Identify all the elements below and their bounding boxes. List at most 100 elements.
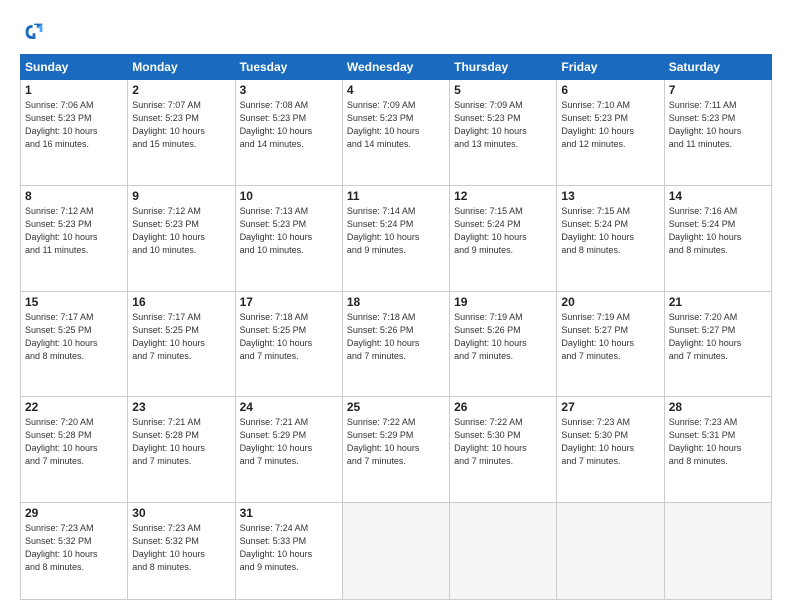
day-info: Sunrise: 7:23 AM Sunset: 5:31 PM Dayligh…: [669, 416, 767, 468]
day-number: 8: [25, 189, 123, 203]
calendar-cell: 5Sunrise: 7:09 AM Sunset: 5:23 PM Daylig…: [450, 80, 557, 186]
calendar-cell: 23Sunrise: 7:21 AM Sunset: 5:28 PM Dayli…: [128, 397, 235, 503]
calendar-cell: 16 Sunrise: 7:17 AM Sunset: 5:25 PM Dayli…: [128, 291, 235, 397]
calendar-cell: 15 Sunrise: 7:17 AM Sunset: 5:25 PM Dayli…: [21, 291, 128, 397]
calendar-cell: 8 Sunrise: 7:12 AM Sunset: 5:23 PM Daylig…: [21, 185, 128, 291]
calendar-cell: 28 Sunrise: 7:23 AM Sunset: 5:31 PM Dayli…: [664, 397, 771, 503]
day-info: Sunrise: 7:10 AM Sunset: 5:23 PM Dayligh…: [561, 99, 659, 151]
day-info: Sunrise: 7:12 AM Sunset: 5:23 PM Dayligh…: [25, 205, 123, 257]
day-info: Sunrise: 7:23 AM Sunset: 5:32 PM Dayligh…: [25, 522, 123, 574]
day-info: Sunrise: 7:23 AM Sunset: 5:32 PM Dayligh…: [132, 522, 230, 574]
calendar-week-5: 29 Sunrise: 7:23 AM Sunset: 5:32 PM Dayli…: [21, 503, 772, 600]
calendar-cell: 4 Sunrise: 7:09 AM Sunset: 5:23 PM Daylig…: [342, 80, 449, 186]
calendar-cell: 6 Sunrise: 7:10 AM Sunset: 5:23 PM Daylig…: [557, 80, 664, 186]
calendar-header-row: SundayMondayTuesdayWednesdayThursdayFrid…: [21, 55, 772, 80]
calendar-header-saturday: Saturday: [664, 55, 771, 80]
calendar-cell: 18Sunrise: 7:18 AM Sunset: 5:26 PM Dayli…: [342, 291, 449, 397]
calendar-cell: 1 Sunrise: 7:06 AM Sunset: 5:23 PM Daylig…: [21, 80, 128, 186]
calendar-cell: 9Sunrise: 7:12 AM Sunset: 5:23 PM Daylig…: [128, 185, 235, 291]
calendar-cell: 7Sunrise: 7:11 AM Sunset: 5:23 PM Daylig…: [664, 80, 771, 186]
day-info: Sunrise: 7:22 AM Sunset: 5:30 PM Dayligh…: [454, 416, 552, 468]
day-number: 27: [561, 400, 659, 414]
calendar-cell: 3 Sunrise: 7:08 AM Sunset: 5:23 PM Daylig…: [235, 80, 342, 186]
calendar-page: SundayMondayTuesdayWednesdayThursdayFrid…: [0, 0, 792, 612]
day-info: Sunrise: 7:19 AM Sunset: 5:26 PM Dayligh…: [454, 311, 552, 363]
day-info: Sunrise: 7:22 AM Sunset: 5:29 PM Dayligh…: [347, 416, 445, 468]
day-number: 19: [454, 295, 552, 309]
day-info: Sunrise: 7:09 AM Sunset: 5:23 PM Dayligh…: [454, 99, 552, 151]
calendar-cell: 20 Sunrise: 7:19 AM Sunset: 5:27 PM Dayli…: [557, 291, 664, 397]
day-number: 4: [347, 83, 445, 97]
day-info: Sunrise: 7:14 AM Sunset: 5:24 PM Dayligh…: [347, 205, 445, 257]
day-info: Sunrise: 7:15 AM Sunset: 5:24 PM Dayligh…: [561, 205, 659, 257]
calendar-cell: [664, 503, 771, 600]
calendar-header-friday: Friday: [557, 55, 664, 80]
day-number: 11: [347, 189, 445, 203]
day-number: 21: [669, 295, 767, 309]
calendar-cell: 30 Sunrise: 7:23 AM Sunset: 5:32 PM Dayli…: [128, 503, 235, 600]
day-info: Sunrise: 7:20 AM Sunset: 5:28 PM Dayligh…: [25, 416, 123, 468]
day-number: 16: [132, 295, 230, 309]
day-number: 29: [25, 506, 123, 520]
day-number: 3: [240, 83, 338, 97]
calendar-cell: 29 Sunrise: 7:23 AM Sunset: 5:32 PM Dayli…: [21, 503, 128, 600]
day-number: 30: [132, 506, 230, 520]
day-info: Sunrise: 7:06 AM Sunset: 5:23 PM Dayligh…: [25, 99, 123, 151]
calendar-header-tuesday: Tuesday: [235, 55, 342, 80]
day-info: Sunrise: 7:23 AM Sunset: 5:30 PM Dayligh…: [561, 416, 659, 468]
day-number: 6: [561, 83, 659, 97]
calendar-cell: 31 Sunrise: 7:24 AM Sunset: 5:33 PM Dayli…: [235, 503, 342, 600]
calendar-header-wednesday: Wednesday: [342, 55, 449, 80]
day-number: 14: [669, 189, 767, 203]
day-number: 12: [454, 189, 552, 203]
calendar-cell: 25 Sunrise: 7:22 AM Sunset: 5:29 PM Dayli…: [342, 397, 449, 503]
day-info: Sunrise: 7:24 AM Sunset: 5:33 PM Dayligh…: [240, 522, 338, 574]
day-number: 28: [669, 400, 767, 414]
day-info: Sunrise: 7:21 AM Sunset: 5:28 PM Dayligh…: [132, 416, 230, 468]
logo-icon: [20, 18, 48, 46]
day-number: 15: [25, 295, 123, 309]
calendar-cell: 13 Sunrise: 7:15 AM Sunset: 5:24 PM Dayli…: [557, 185, 664, 291]
day-info: Sunrise: 7:16 AM Sunset: 5:24 PM Dayligh…: [669, 205, 767, 257]
calendar-cell: 22 Sunrise: 7:20 AM Sunset: 5:28 PM Dayli…: [21, 397, 128, 503]
calendar-cell: 2 Sunrise: 7:07 AM Sunset: 5:23 PM Daylig…: [128, 80, 235, 186]
calendar-cell: 17 Sunrise: 7:18 AM Sunset: 5:25 PM Dayli…: [235, 291, 342, 397]
day-number: 22: [25, 400, 123, 414]
calendar-cell: 10 Sunrise: 7:13 AM Sunset: 5:23 PM Dayli…: [235, 185, 342, 291]
day-info: Sunrise: 7:17 AM Sunset: 5:25 PM Dayligh…: [25, 311, 123, 363]
day-number: 25: [347, 400, 445, 414]
day-number: 24: [240, 400, 338, 414]
day-info: Sunrise: 7:18 AM Sunset: 5:25 PM Dayligh…: [240, 311, 338, 363]
day-number: 2: [132, 83, 230, 97]
day-number: 1: [25, 83, 123, 97]
day-number: 31: [240, 506, 338, 520]
day-number: 17: [240, 295, 338, 309]
calendar-cell: 19 Sunrise: 7:19 AM Sunset: 5:26 PM Dayli…: [450, 291, 557, 397]
calendar-header-sunday: Sunday: [21, 55, 128, 80]
day-info: Sunrise: 7:11 AM Sunset: 5:23 PM Dayligh…: [669, 99, 767, 151]
calendar-cell: 26 Sunrise: 7:22 AM Sunset: 5:30 PM Dayli…: [450, 397, 557, 503]
calendar-cell: 27 Sunrise: 7:23 AM Sunset: 5:30 PM Dayli…: [557, 397, 664, 503]
day-info: Sunrise: 7:12 AM Sunset: 5:23 PM Dayligh…: [132, 205, 230, 257]
day-info: Sunrise: 7:20 AM Sunset: 5:27 PM Dayligh…: [669, 311, 767, 363]
day-info: Sunrise: 7:15 AM Sunset: 5:24 PM Dayligh…: [454, 205, 552, 257]
calendar-cell: [557, 503, 664, 600]
day-number: 10: [240, 189, 338, 203]
day-info: Sunrise: 7:07 AM Sunset: 5:23 PM Dayligh…: [132, 99, 230, 151]
header: [20, 18, 772, 46]
day-number: 20: [561, 295, 659, 309]
day-info: Sunrise: 7:19 AM Sunset: 5:27 PM Dayligh…: [561, 311, 659, 363]
calendar-cell: [450, 503, 557, 600]
day-number: 13: [561, 189, 659, 203]
day-info: Sunrise: 7:18 AM Sunset: 5:26 PM Dayligh…: [347, 311, 445, 363]
calendar-cell: 14 Sunrise: 7:16 AM Sunset: 5:24 PM Dayli…: [664, 185, 771, 291]
day-info: Sunrise: 7:17 AM Sunset: 5:25 PM Dayligh…: [132, 311, 230, 363]
day-info: Sunrise: 7:13 AM Sunset: 5:23 PM Dayligh…: [240, 205, 338, 257]
day-info: Sunrise: 7:21 AM Sunset: 5:29 PM Dayligh…: [240, 416, 338, 468]
day-info: Sunrise: 7:08 AM Sunset: 5:23 PM Dayligh…: [240, 99, 338, 151]
calendar-week-2: 8 Sunrise: 7:12 AM Sunset: 5:23 PM Daylig…: [21, 185, 772, 291]
day-number: 26: [454, 400, 552, 414]
calendar-cell: 24 Sunrise: 7:21 AM Sunset: 5:29 PM Dayli…: [235, 397, 342, 503]
day-info: Sunrise: 7:09 AM Sunset: 5:23 PM Dayligh…: [347, 99, 445, 151]
calendar-header-thursday: Thursday: [450, 55, 557, 80]
